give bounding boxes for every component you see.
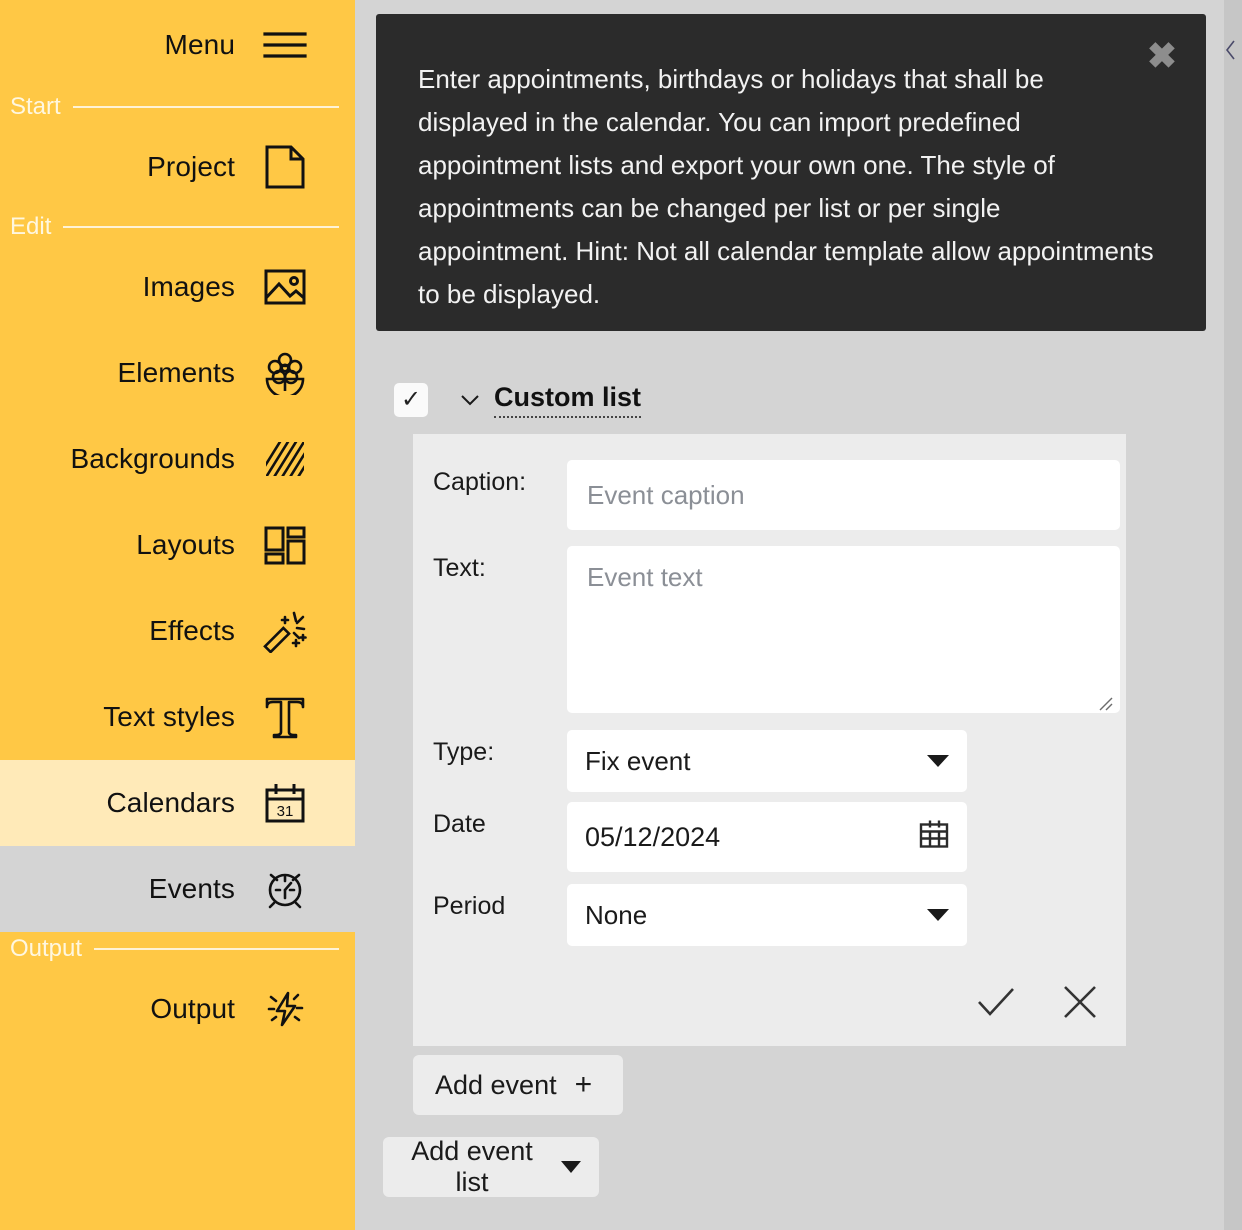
info-box: Enter appointments, birthdays or holiday… bbox=[376, 14, 1206, 331]
sidebar-item-label: Layouts bbox=[136, 529, 235, 561]
period-select-value: None bbox=[585, 900, 647, 931]
plus-icon: + bbox=[575, 1070, 593, 1100]
sidebar-section-label: Edit bbox=[10, 215, 51, 239]
chevron-down-icon bbox=[927, 755, 949, 767]
sidebar-menu-button[interactable]: Menu bbox=[0, 0, 355, 90]
sidebar: Menu Start Project bbox=[0, 0, 355, 1230]
period-row: Period None bbox=[433, 884, 967, 946]
type-control: Fix event bbox=[567, 730, 967, 792]
app-root: Menu Start Project bbox=[0, 0, 1242, 1230]
collapse-rail[interactable] bbox=[1224, 0, 1242, 1230]
type-select[interactable]: Fix event bbox=[567, 730, 967, 792]
type-select-value: Fix event bbox=[585, 746, 691, 777]
add-event-button[interactable]: Add event + bbox=[413, 1055, 623, 1115]
sidebar-item-project[interactable]: Project bbox=[0, 124, 355, 210]
date-value: 05/12/2024 bbox=[585, 822, 720, 853]
text-textarea[interactable] bbox=[567, 546, 1120, 713]
caption-control bbox=[567, 460, 1120, 530]
text-control bbox=[567, 546, 1120, 718]
sidebar-item-label: Text styles bbox=[103, 701, 235, 733]
sidebar-item-label: Events bbox=[149, 873, 235, 905]
sidebar-item-label: Backgrounds bbox=[70, 443, 235, 475]
chevron-down-icon bbox=[561, 1161, 581, 1173]
sidebar-item-label: Images bbox=[143, 271, 235, 303]
layout-icon bbox=[263, 523, 307, 567]
caption-input[interactable] bbox=[567, 460, 1120, 530]
form-actions bbox=[974, 980, 1102, 1024]
info-box-text: Enter appointments, birthdays or holiday… bbox=[418, 58, 1158, 316]
sidebar-menu-label: Menu bbox=[165, 29, 235, 61]
section-divider bbox=[73, 106, 339, 108]
sidebar-item-label: Project bbox=[147, 151, 235, 183]
add-event-list-label: Add event list bbox=[401, 1136, 543, 1198]
sidebar-item-label: Calendars bbox=[106, 787, 235, 819]
sidebar-item-output[interactable]: Output bbox=[0, 966, 355, 1052]
event-form-card: Caption: Text: Typ bbox=[413, 434, 1126, 1046]
flower-icon bbox=[263, 351, 307, 395]
sidebar-section-output: Output bbox=[0, 932, 355, 966]
confirm-button[interactable] bbox=[974, 980, 1018, 1024]
sidebar-item-layouts[interactable]: Layouts bbox=[0, 502, 355, 588]
custom-list-header: ✓ Custom list bbox=[394, 382, 641, 418]
sidebar-item-effects[interactable]: Effects bbox=[0, 588, 355, 674]
type-label: Type: bbox=[433, 730, 567, 767]
date-row: Date 05/12/2024 bbox=[433, 802, 967, 872]
sidebar-section-edit: Edit bbox=[0, 210, 355, 244]
date-field[interactable]: 05/12/2024 bbox=[567, 802, 967, 872]
sidebar-item-events[interactable]: Events bbox=[0, 846, 355, 932]
chevron-down-icon bbox=[927, 909, 949, 921]
hatch-icon bbox=[263, 437, 307, 481]
custom-list-checkbox[interactable]: ✓ bbox=[394, 383, 428, 417]
calendar-31-icon: 31 bbox=[263, 781, 307, 825]
sidebar-item-images[interactable]: Images bbox=[0, 244, 355, 330]
image-icon bbox=[263, 265, 307, 309]
magic-wand-icon bbox=[263, 609, 307, 653]
sidebar-item-text-styles[interactable]: Text styles bbox=[0, 674, 355, 760]
chevron-down-icon[interactable] bbox=[460, 390, 480, 410]
add-event-list-button[interactable]: Add event list bbox=[383, 1137, 599, 1197]
section-divider bbox=[63, 226, 339, 228]
export-flash-icon bbox=[263, 987, 307, 1031]
caption-row: Caption: bbox=[433, 460, 1120, 530]
date-control: 05/12/2024 bbox=[567, 802, 967, 872]
sidebar-item-elements[interactable]: Elements bbox=[0, 330, 355, 416]
calendar-icon[interactable] bbox=[917, 817, 951, 858]
text-row: Text: bbox=[433, 546, 1120, 718]
sidebar-section-start: Start bbox=[0, 90, 355, 124]
text-label: Text: bbox=[433, 546, 567, 583]
document-icon bbox=[263, 145, 307, 189]
cancel-button[interactable] bbox=[1058, 980, 1102, 1024]
section-divider bbox=[94, 948, 339, 950]
hamburger-icon bbox=[263, 23, 307, 67]
sidebar-section-label: Start bbox=[10, 95, 61, 119]
custom-list-title[interactable]: Custom list bbox=[494, 382, 641, 418]
period-select[interactable]: None bbox=[567, 884, 967, 946]
sidebar-item-label: Elements bbox=[117, 357, 235, 389]
period-label: Period bbox=[433, 884, 567, 921]
caption-label: Caption: bbox=[433, 460, 567, 497]
sidebar-item-label: Output bbox=[150, 993, 235, 1025]
text-t-icon bbox=[263, 695, 307, 739]
sidebar-item-calendars[interactable]: Calendars 31 bbox=[0, 760, 355, 846]
chevron-left-icon[interactable] bbox=[1224, 38, 1238, 62]
type-row: Type: Fix event bbox=[433, 730, 967, 792]
date-label: Date bbox=[433, 802, 567, 839]
alarm-clock-icon bbox=[263, 867, 307, 911]
sidebar-item-label: Effects bbox=[149, 615, 235, 647]
sidebar-section-label: Output bbox=[10, 937, 82, 961]
sidebar-item-backgrounds[interactable]: Backgrounds bbox=[0, 416, 355, 502]
period-control: None bbox=[567, 884, 967, 946]
svg-text:31: 31 bbox=[277, 803, 294, 820]
add-event-label: Add event bbox=[435, 1070, 557, 1101]
close-icon[interactable]: ✖ bbox=[1142, 36, 1182, 76]
content-panel: Enter appointments, birthdays or holiday… bbox=[355, 0, 1242, 1230]
